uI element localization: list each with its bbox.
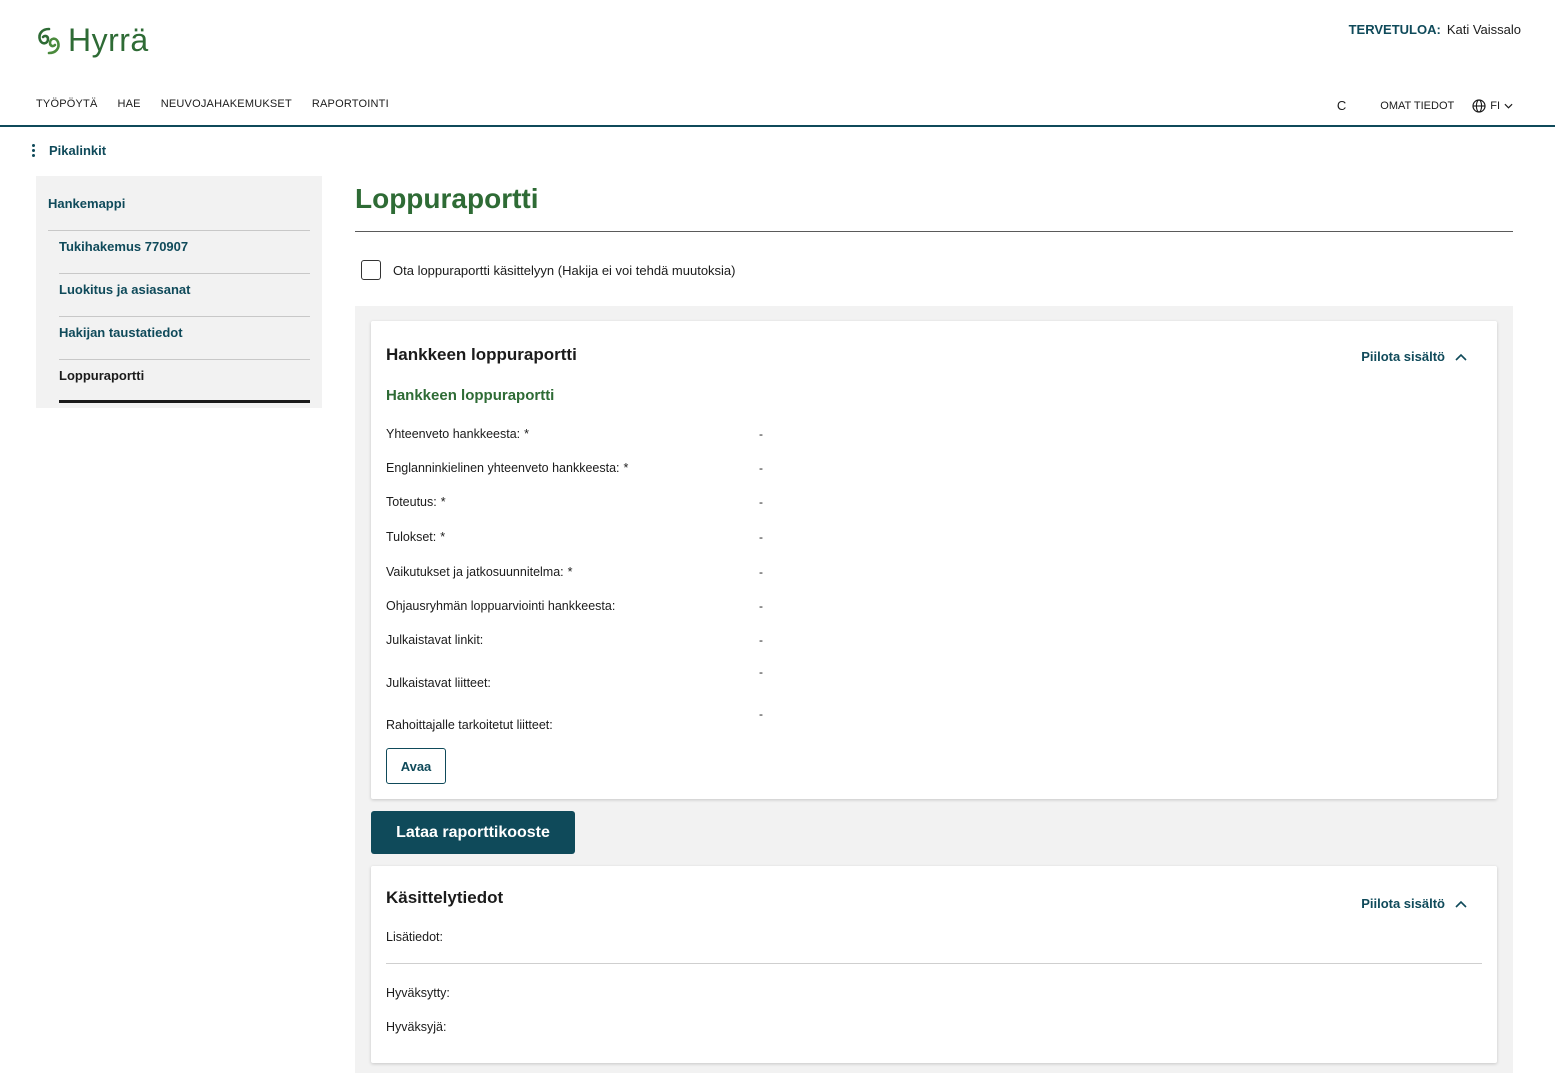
field-value: -	[759, 599, 763, 613]
nav-neuvojahakemukset[interactable]: NEUVOJAHAKEMUKSET	[161, 98, 292, 110]
hyrra-logo-icon	[38, 27, 60, 54]
field-label: Ohjausryhmän loppuarviointi hankkeesta:	[386, 599, 616, 613]
main-content: Loppuraportti Ota loppuraportti käsittel…	[355, 176, 1513, 1073]
hide-content-label: Piilota sisältö	[1361, 896, 1445, 911]
field-value: -	[759, 530, 763, 544]
processing-info-card: Käsittelytiedot Piilota sisältö Lisätied…	[371, 866, 1497, 1063]
welcome-message: TERVETULOA: Kati Vaissalo	[1349, 22, 1521, 37]
required-mark: *	[440, 495, 446, 509]
field-label: Toteutus: *	[386, 495, 446, 509]
sidebar-item-tukihakemus[interactable]: Tukihakemus 770907	[59, 231, 310, 274]
field-label: Vaikutukset ja jatkosuunnitelma: *	[386, 565, 573, 579]
approved-label: Hyväksytty:	[386, 986, 450, 1000]
required-mark: *	[567, 565, 573, 579]
user-name: Kati Vaissalo	[1446, 22, 1521, 37]
language-selector[interactable]: FI	[1472, 98, 1513, 113]
field-label: Tulokset: *	[386, 530, 446, 544]
hide-content-label: Piilota sisältö	[1361, 349, 1445, 364]
globe-icon	[1472, 98, 1486, 113]
download-report-button[interactable]: Lataa raporttikooste	[371, 811, 575, 854]
field-value: -	[759, 461, 763, 475]
take-to-processing-row: Ota loppuraportti käsittelyyn (Hakija ei…	[361, 260, 1513, 280]
logo[interactable]: Hyrrä	[34, 22, 149, 59]
final-report-card-title: Hankkeen loppuraportti	[386, 345, 577, 364]
required-mark: *	[524, 427, 529, 441]
final-report-card: Hankkeen loppuraportti Piilota sisältö H…	[371, 321, 1497, 799]
sidebar-item-luokitus[interactable]: Luokitus ja asiasanat	[59, 274, 310, 317]
take-to-processing-label: Ota loppuraportti käsittelyyn (Hakija ei…	[393, 262, 736, 278]
sidebar-item-loppuraportti[interactable]: Loppuraportti	[59, 360, 310, 403]
page-title: Loppuraportti	[355, 176, 1513, 232]
chevron-up-icon	[1455, 353, 1467, 361]
final-report-subtitle: Hankkeen loppuraportti	[386, 387, 555, 404]
vertical-dots-icon	[32, 144, 35, 157]
user-nav: C OMAT TIEDOT FI	[1337, 98, 1513, 113]
field-value: -	[759, 427, 763, 441]
approver-label: Hyväksyjä:	[386, 1020, 447, 1034]
field-value: -	[759, 665, 763, 679]
welcome-label: TERVETULOA:	[1348, 22, 1441, 37]
quicklinks-label: Pikalinkit	[49, 143, 107, 158]
field-label: Yhteenveto hankkeesta: *	[386, 427, 529, 441]
hide-content-toggle[interactable]: Piilota sisältö	[1361, 349, 1467, 364]
field-label: Rahoittajalle tarkoitetut liitteet:	[386, 718, 553, 732]
sidebar-item-hakijan-taustatiedot[interactable]: Hakijan taustatiedot	[59, 317, 310, 360]
field-label: Englanninkielinen yhteenveto hankkeesta:…	[386, 461, 629, 475]
nav-tyopoyta[interactable]: TYÖPÖYTÄ	[36, 98, 98, 110]
hide-content-toggle[interactable]: Piilota sisältö	[1361, 896, 1467, 911]
main-nav: TYÖPÖYTÄ HAE NEUVOJAHAKEMUKSET RAPORTOIN…	[36, 98, 389, 110]
chevron-down-icon	[1504, 103, 1513, 109]
nav-raportointi[interactable]: RAPORTOINTI	[312, 98, 389, 110]
field-label: Julkaistavat linkit:	[386, 633, 484, 647]
take-to-processing-checkbox[interactable]	[361, 260, 381, 280]
nav-hae[interactable]: HAE	[118, 98, 141, 110]
additional-info-label: Lisätiedot:	[386, 930, 443, 944]
required-mark: *	[440, 530, 446, 544]
field-value: -	[759, 565, 763, 579]
open-button[interactable]: Avaa	[386, 748, 446, 784]
sidebar: Hankemappi Tukihakemus 770907 Luokitus j…	[36, 176, 322, 408]
sidebar-item-hankemappi[interactable]: Hankemappi	[48, 188, 310, 231]
quicklinks-toggle[interactable]: Pikalinkit	[32, 143, 106, 158]
divider	[386, 963, 1482, 964]
chevron-up-icon	[1455, 900, 1467, 908]
processing-info-title: Käsittelytiedot	[386, 888, 504, 907]
field-label: Julkaistavat liitteet:	[386, 676, 491, 690]
refresh-icon[interactable]: C	[1337, 98, 1346, 113]
logo-text: Hyrrä	[68, 22, 149, 58]
field-value: -	[759, 495, 763, 509]
field-value: -	[759, 633, 763, 647]
required-mark: *	[623, 461, 629, 475]
language-code: FI	[1490, 99, 1500, 112]
omat-tiedot-link[interactable]: OMAT TIEDOT	[1380, 100, 1454, 112]
top-bar: Hyrrä TERVETULOA: Kati Vaissalo TYÖPÖYTÄ …	[0, 0, 1555, 127]
field-value: -	[759, 707, 763, 721]
